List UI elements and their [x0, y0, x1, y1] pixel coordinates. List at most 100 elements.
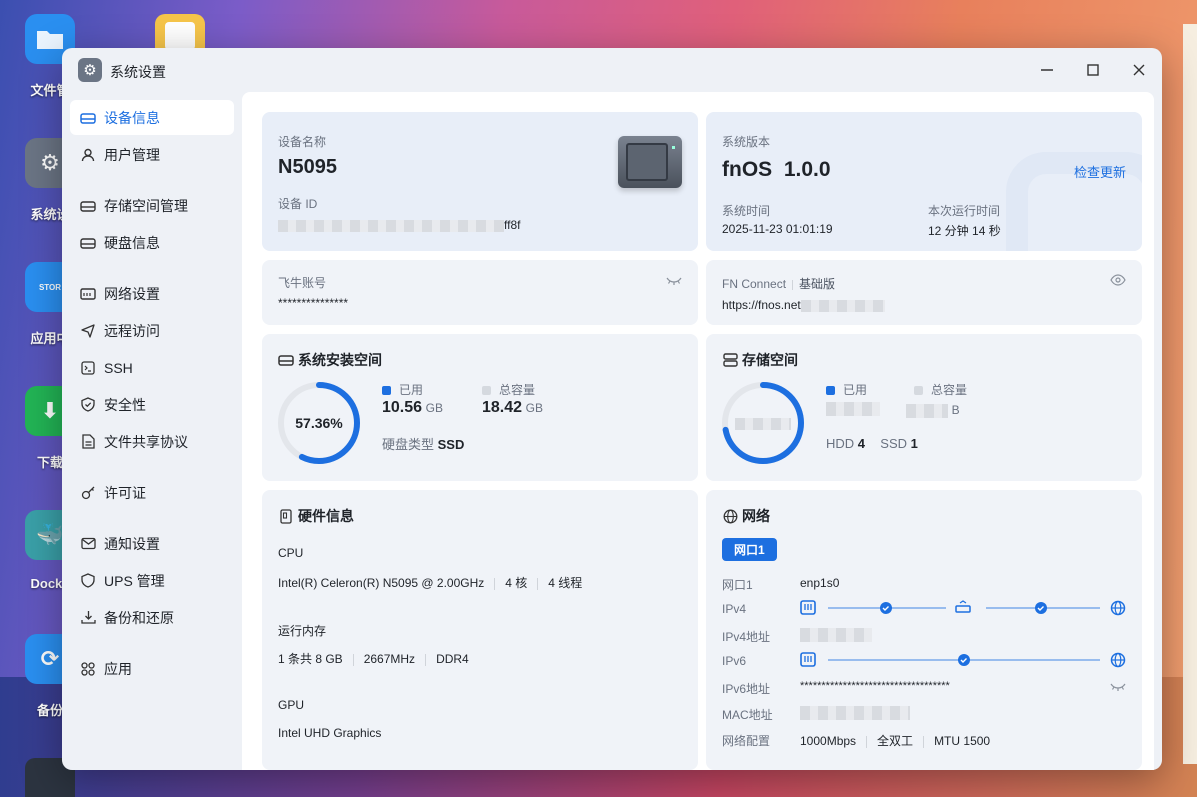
gpu-label: GPU [278, 698, 305, 712]
router-icon [955, 605, 971, 613]
notes-app-icon[interactable] [155, 14, 205, 50]
used-legend: 已用 [382, 381, 423, 398]
network-card: 网络 网口1 网口1 enp1s0 IPv4 IPv4地址 IPv6 IPv6地… [706, 490, 1142, 770]
sidebar-item-label: 许可证 [104, 484, 146, 501]
account-card: 飞牛账号 *************** [262, 260, 698, 325]
settings-sidebar: 设备信息 用户管理 存储空间管理 硬盘信息 网络设置 远程访问 SSH 安全性 … [70, 100, 234, 688]
sidebar-item-file-sharing[interactable]: 文件共享协议 [70, 424, 234, 459]
sidebar-item-disks[interactable]: 硬盘信息 [70, 225, 234, 260]
system-time-label: 系统时间 [722, 204, 771, 218]
used-legend: 已用 [826, 381, 867, 398]
device-name: N5095 [278, 156, 337, 178]
device-card: 设备名称 N5095 设备 ID ff8f [262, 112, 698, 251]
sidebar-item-remote-access[interactable]: 远程访问 [70, 313, 234, 348]
disk-counts: HDD 4 SSD 1 [826, 436, 918, 451]
storage-space-title: 存储空间 [722, 350, 798, 370]
sidebar-item-label: 设备信息 [104, 109, 160, 126]
gpu-model: Intel UHD Graphics [278, 726, 382, 740]
window-title: 系统设置 [110, 64, 166, 80]
fn-connect-url: https://fnos.net [722, 298, 885, 312]
ipv4-label: IPv4 [722, 602, 747, 616]
apps-icon [80, 661, 96, 677]
sidebar-item-ups[interactable]: UPS 管理 [70, 563, 234, 598]
file-icon [80, 434, 96, 450]
ipv6-address: *********************************** [800, 680, 950, 692]
eye-icon[interactable] [1110, 274, 1126, 289]
system-version-card: 系统版本 fnOS 1.0.0 检查更新 系统时间 2025-11-23 01:… [706, 112, 1142, 251]
close-button[interactable] [1126, 58, 1152, 82]
send-icon [80, 323, 96, 339]
sidebar-item-network[interactable]: 网络设置 [70, 276, 234, 311]
minimize-icon [1041, 69, 1053, 71]
sidebar-item-label: 备份和还原 [104, 609, 174, 626]
storage-icon [80, 198, 96, 214]
sidebar-item-label: 硬盘信息 [104, 234, 160, 251]
ipv6-label: IPv6 [722, 654, 747, 668]
sidebar-item-security[interactable]: 安全性 [70, 387, 234, 422]
settings-app-icon: ⚙ [78, 58, 102, 82]
redacted-value [906, 403, 948, 418]
device-id: ff8f [278, 218, 520, 232]
tab-port1[interactable]: 网口1 [722, 538, 777, 561]
system-space-card: 系统安装空间 57.36% 已用 10.56 GB 总容量 18.42 GB 硬… [262, 334, 698, 481]
mail-icon [80, 536, 96, 552]
check-update-link[interactable]: 检查更新 [1074, 162, 1126, 181]
sidebar-item-users[interactable]: 用户管理 [70, 137, 234, 172]
redacted-value [735, 418, 791, 430]
used-value: 10.56 GB [382, 399, 444, 416]
window-titlebar[interactable]: ⚙ 系统设置 [62, 48, 1162, 92]
check-icon [958, 654, 970, 666]
sidebar-item-apps[interactable]: 应用 [70, 651, 234, 686]
redacted-value [800, 628, 872, 642]
sidebar-item-notifications[interactable]: 通知设置 [70, 526, 234, 561]
ram-details: 1 条共 8 GB 2667MHz DDR4 [278, 652, 469, 666]
hardware-card: 硬件信息 CPU Intel(R) Celeron(R) N5095 @ 2.0… [262, 490, 698, 770]
sidebar-item-label: UPS 管理 [104, 572, 165, 589]
sidebar-item-label: 文件共享协议 [104, 433, 188, 450]
eye-closed-icon[interactable] [1110, 680, 1126, 695]
total-legend: 总容量 [482, 381, 535, 398]
fn-connect-header: FN Connect 基础版 [722, 277, 836, 291]
total-value: B [906, 402, 960, 418]
fn-connect-card: FN Connect 基础版 https://fnos.net [706, 260, 1142, 325]
mac-label: MAC地址 [722, 708, 773, 722]
ipv4-address-label: IPv4地址 [722, 630, 771, 644]
sidebar-item-label: SSH [104, 359, 133, 376]
settings-window: ⚙ 系统设置 设备信息 用户管理 存储空间管理 硬盘信息 网络设置 远程访问 S… [62, 48, 1162, 770]
sidebar-item-label: 通知设置 [104, 535, 160, 552]
network-icon [80, 286, 96, 302]
system-space-title: 系统安装空间 [278, 350, 382, 370]
ipv6-address-label: IPv6地址 [722, 682, 771, 696]
redacted-value [800, 706, 910, 720]
network-title: 网络 [722, 506, 770, 526]
hardware-title: 硬件信息 [278, 506, 354, 526]
shield-icon [80, 397, 96, 413]
sidebar-item-label: 存储空间管理 [104, 197, 188, 214]
sidebar-item-license[interactable]: 许可证 [70, 475, 234, 510]
globe-icon [722, 508, 738, 524]
network-config-label: 网络配置 [722, 734, 771, 748]
ram-label: 运行内存 [278, 624, 327, 638]
sidebar-item-label: 应用 [104, 660, 132, 677]
network-config: 1000Mbps 全双工 MTU 1500 [800, 734, 991, 748]
sidebar-item-backup[interactable]: 备份和还原 [70, 600, 234, 635]
total-value: 18.42 GB [482, 399, 544, 416]
eye-closed-icon[interactable] [666, 274, 682, 289]
chip-icon [278, 508, 294, 524]
minimize-button[interactable] [1034, 58, 1060, 82]
sidebar-item-ssh[interactable]: SSH [70, 350, 234, 385]
maximize-button[interactable] [1080, 58, 1106, 82]
check-icon [1035, 602, 1047, 614]
drive-icon [278, 352, 294, 368]
port-value: enp1s0 [800, 576, 840, 590]
system-version: fnOS 1.0.0 [722, 158, 831, 181]
sidebar-item-storage[interactable]: 存储空间管理 [70, 188, 234, 223]
drive-icon [80, 110, 96, 126]
shield-outline-icon [80, 573, 96, 589]
key-icon [80, 485, 96, 501]
close-icon [1133, 64, 1145, 76]
sidebar-item-device-info[interactable]: 设备信息 [70, 100, 234, 135]
uptime-label: 本次运行时间 [928, 204, 1001, 218]
system-version-label: 系统版本 [722, 135, 771, 149]
account-value: *************** [278, 296, 349, 310]
